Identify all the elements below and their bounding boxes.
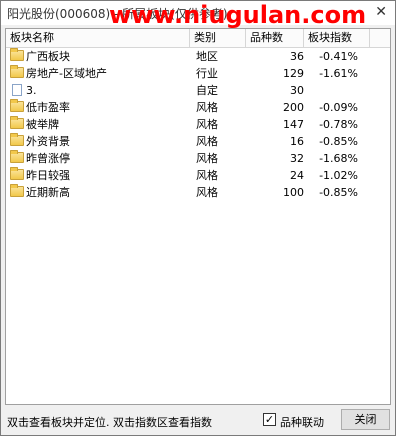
sector-name-cell: 昨日较强 — [10, 167, 190, 184]
sector-count: 24 — [290, 169, 304, 182]
sector-count: 147 — [283, 118, 304, 131]
table-row[interactable]: 外资背景 风格 16 -0.85% — [6, 133, 390, 150]
folder-icon — [10, 184, 24, 197]
header-index[interactable]: 板块指数 — [304, 29, 370, 47]
folder-icon — [10, 65, 24, 78]
folder-icon — [10, 48, 24, 61]
sector-name: 3. — [26, 84, 37, 97]
table-header: 板块名称 类别 品种数 板块指数 — [6, 29, 390, 48]
sector-count: 129 — [283, 67, 304, 80]
folder-icon — [10, 116, 24, 129]
sector-name: 房地产-区域地产 — [26, 67, 107, 80]
sector-name: 昨日较强 — [26, 169, 70, 182]
sector-type: 风格 — [196, 118, 218, 131]
sector-count: 36 — [290, 50, 304, 63]
sector-name: 昨曾涨停 — [26, 152, 70, 165]
close-button[interactable]: 关闭 — [341, 409, 390, 430]
folder-icon — [10, 133, 24, 146]
sector-type: 地区 — [196, 50, 218, 63]
table-row[interactable]: 被举牌 风格 147 -0.78% — [6, 116, 390, 133]
sector-name: 低市盈率 — [26, 101, 70, 114]
table-row[interactable]: 广西板块 地区 36 -0.41% — [6, 48, 390, 65]
sector-count: 30 — [290, 84, 304, 97]
sector-count: 100 — [283, 186, 304, 199]
sector-type: 风格 — [196, 101, 218, 114]
sector-type: 风格 — [196, 152, 218, 165]
table-row[interactable]: 3. 自定 30 — [6, 82, 390, 99]
sector-type: 风格 — [196, 169, 218, 182]
document-icon — [12, 84, 22, 96]
sector-name: 近期新高 — [26, 186, 70, 199]
sector-index: -0.78% — [319, 118, 358, 131]
sector-dialog: 阳光股份(000608) - 所属板块(仅供参考) www.niugulan.c… — [0, 0, 396, 436]
linkage-checkbox-label[interactable]: 品种联动 — [280, 414, 324, 430]
sector-index: -0.85% — [319, 186, 358, 199]
table-row[interactable]: 近期新高 风格 100 -0.85% — [6, 184, 390, 201]
sector-index: -0.85% — [319, 135, 358, 148]
sector-index: -0.41% — [319, 50, 358, 63]
sector-name: 广西板块 — [26, 50, 70, 63]
close-icon[interactable]: ✕ — [375, 4, 387, 20]
sector-name-cell: 广西板块 — [10, 48, 190, 65]
header-type[interactable]: 类别 — [190, 29, 246, 47]
sector-name-cell: 外资背景 — [10, 133, 190, 150]
table-row[interactable]: 低市盈率 风格 200 -0.09% — [6, 99, 390, 116]
table-row[interactable]: 昨曾涨停 风格 32 -1.68% — [6, 150, 390, 167]
sector-name-cell: 3. — [10, 82, 190, 99]
table-row[interactable]: 昨日较强 风格 24 -1.02% — [6, 167, 390, 184]
sector-index: -1.61% — [319, 67, 358, 80]
sector-name-cell: 近期新高 — [10, 184, 190, 201]
watermark: www.niugulan.com — [109, 1, 367, 29]
footer: 双击查看板块并定位. 双击指数区查看指数 ✓ 品种联动 关闭 — [1, 405, 395, 435]
sector-name-cell: 房地产-区域地产 — [10, 65, 190, 82]
sector-count: 16 — [290, 135, 304, 148]
folder-icon — [10, 167, 24, 180]
sector-type: 风格 — [196, 186, 218, 199]
sector-name: 外资背景 — [26, 135, 70, 148]
sector-count: 200 — [283, 101, 304, 114]
folder-icon — [10, 99, 24, 112]
sector-table[interactable]: 板块名称 类别 品种数 板块指数 广西板块 地区 36 -0.41% 房地产-区域地产 行… — [5, 28, 391, 405]
table-row[interactable]: 房地产-区域地产 行业 129 -1.61% — [6, 65, 390, 82]
folder-icon — [10, 150, 24, 163]
sector-count: 32 — [290, 152, 304, 165]
sector-name-cell: 被举牌 — [10, 116, 190, 133]
sector-name: 被举牌 — [26, 118, 59, 131]
sector-type: 风格 — [196, 135, 218, 148]
title-bar[interactable]: 阳光股份(000608) - 所属板块(仅供参考) www.niugulan.c… — [1, 1, 395, 29]
linkage-checkbox[interactable]: ✓ — [263, 413, 276, 426]
header-count[interactable]: 品种数 — [246, 29, 304, 47]
sector-type: 行业 — [196, 67, 218, 80]
sector-index: -0.09% — [319, 101, 358, 114]
sector-index: -1.02% — [319, 169, 358, 182]
sector-index: -1.68% — [319, 152, 358, 165]
hint-text: 双击查看板块并定位. 双击指数区查看指数 — [7, 416, 212, 429]
sector-name-cell: 昨曾涨停 — [10, 150, 190, 167]
sector-type: 自定 — [196, 84, 218, 97]
header-name[interactable]: 板块名称 — [6, 29, 190, 47]
sector-name-cell: 低市盈率 — [10, 99, 190, 116]
